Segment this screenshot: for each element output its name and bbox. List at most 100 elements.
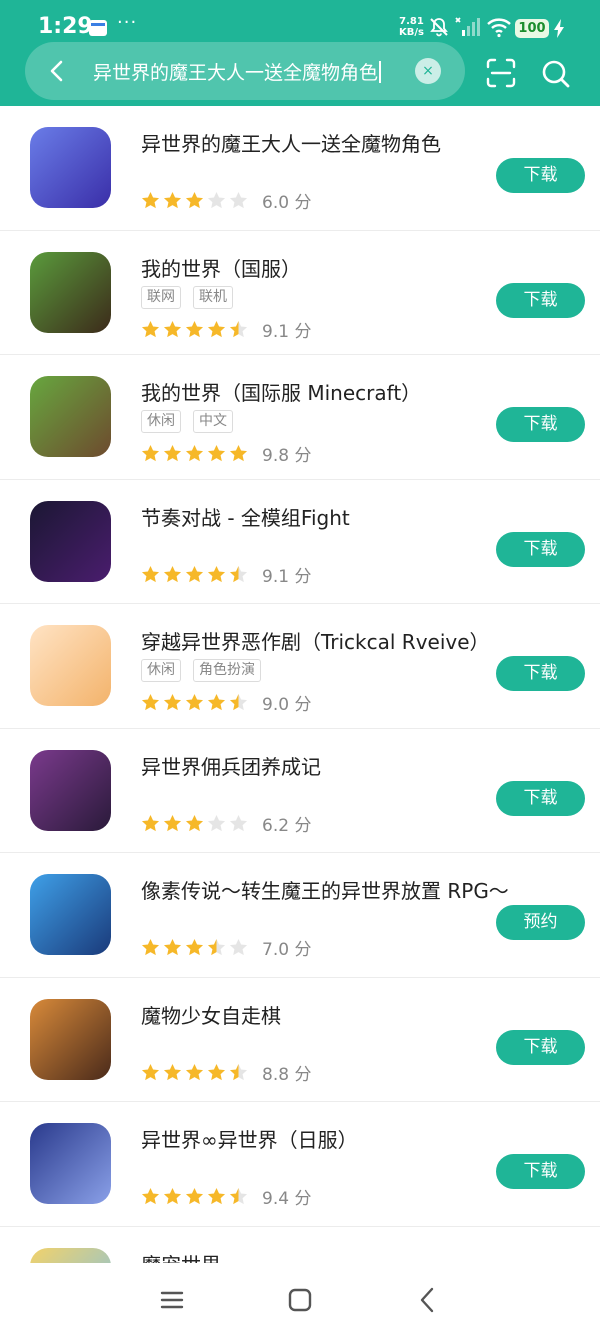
app-score: 8.8 分 [262, 1064, 312, 1085]
app-score: 9.0 分 [262, 695, 312, 715]
app-name[interactable]: 异世界的魔王大人一送全魔物角色 [141, 128, 441, 157]
app-icon[interactable] [30, 749, 111, 831]
search-input[interactable]: 异世界的魔王大人一送全魔物角色 [93, 58, 382, 85]
back-icon[interactable] [413, 1285, 443, 1315]
clear-icon[interactable]: × [415, 58, 441, 84]
star-icon [207, 693, 226, 711]
reserve-button[interactable]: 预约 [496, 905, 585, 940]
star-icon [185, 1187, 204, 1205]
star-icon [141, 1063, 160, 1080]
star-icon [207, 565, 226, 582]
download-button[interactable]: 下载 [496, 407, 585, 442]
download-button[interactable]: 下载 [496, 656, 585, 691]
search-bar[interactable]: 异世界的魔王大人一送全魔物角色 × [25, 42, 465, 100]
app-score: 9.8 分 [262, 446, 312, 466]
search-icon[interactable] [541, 59, 571, 89]
download-button[interactable]: 下载 [496, 780, 585, 816]
result-row[interactable]: 我的世界（国服） 联网 联机 9.1 分 下载 [0, 231, 600, 355]
star-icon [207, 444, 226, 462]
app-icon[interactable] [30, 127, 111, 208]
star-icon [207, 1187, 226, 1205]
app-name[interactable]: 魔宠世界 [141, 1249, 221, 1264]
network-speed: 7.81 KB/s [399, 16, 424, 38]
app-icon[interactable] [30, 500, 111, 582]
star-icon [141, 444, 160, 462]
network-speed-unit: KB/s [399, 27, 424, 38]
result-row[interactable]: 我的世界（国际服 Minecraft） 休闲 中文 9.8 分 下载 [0, 355, 600, 480]
result-row[interactable]: 魔物少女自走棋 8.8 分 下载 [0, 978, 600, 1102]
app-name[interactable]: 异世界∞异世界（日服） [141, 1124, 358, 1153]
star-icon [141, 693, 160, 711]
app-icon[interactable] [30, 1247, 111, 1263]
rating-stars [141, 191, 248, 210]
star-icon [207, 191, 226, 209]
app-rating: 6.0 分 [141, 188, 311, 213]
menu-icon[interactable] [157, 1285, 187, 1315]
star-icon [163, 320, 182, 337]
signal-icon [455, 17, 480, 36]
system-navigation-bar [0, 1263, 600, 1333]
app-score: 6.0 分 [262, 193, 312, 213]
app-icon[interactable] [30, 1123, 111, 1204]
star-icon [207, 814, 226, 831]
star-icon [229, 444, 248, 462]
app-name[interactable]: 魔物少女自走棋 [141, 1000, 281, 1029]
star-icon [141, 814, 160, 831]
download-button[interactable]: 下载 [496, 531, 585, 567]
home-icon[interactable] [285, 1285, 315, 1315]
star-icon [207, 938, 226, 956]
battery-level: 100 [515, 19, 549, 38]
app-name[interactable]: 我的世界（国际服 Minecraft） [141, 377, 421, 406]
rating-stars [141, 938, 248, 957]
mute-icon [430, 18, 448, 37]
app-icon[interactable] [30, 998, 111, 1080]
result-row[interactable]: 魔宠世界 [0, 1227, 600, 1264]
app-icon[interactable] [30, 625, 111, 706]
result-row[interactable]: 异世界∞异世界（日服） 9.4 分 下载 [0, 1102, 600, 1227]
star-icon [185, 320, 204, 337]
star-icon [185, 565, 204, 582]
result-row[interactable]: 异世界的魔王大人一送全魔物角色 6.0 分 下载 [0, 106, 600, 231]
star-icon [185, 693, 204, 711]
download-button[interactable]: 下载 [496, 282, 585, 318]
app-name[interactable]: 异世界佣兵团养成记 [141, 751, 321, 780]
search-results-list: 异世界的魔王大人一送全魔物角色 6.0 分下载 我的世界（国服） 联网 联机 9.1 分下… [0, 106, 600, 1263]
star-icon [229, 1063, 248, 1080]
status-time: 1:29 [38, 14, 93, 39]
app-tag: 联网 [141, 285, 181, 309]
app-score: 9.4 分 [262, 1189, 312, 1209]
app-name[interactable]: 我的世界（国服） [141, 253, 301, 282]
result-row[interactable]: 像素传说～转生魔王的异世界放置 RPG～ 7.0 分 预约 [0, 853, 600, 978]
app-name[interactable]: 穿越异世界恶作剧（Trickcal Rveive） [141, 626, 490, 655]
app-icon[interactable] [30, 376, 111, 457]
app-name[interactable]: 节奏对战 - 全模组Fight [141, 502, 350, 531]
download-button[interactable]: 下载 [496, 158, 585, 193]
app-rating: 9.1 分 [141, 317, 311, 342]
app-score: 6.2 分 [262, 815, 312, 836]
download-button[interactable]: 下载 [496, 1029, 585, 1065]
scan-icon[interactable] [486, 58, 516, 88]
star-icon [229, 565, 248, 582]
star-icon [163, 938, 182, 956]
result-row[interactable]: 异世界佣兵团养成记 6.2 分 下载 [0, 729, 600, 853]
result-row[interactable]: 穿越异世界恶作剧（Trickcal Rveive） 休闲 角色扮演 9.0 分 下载 [0, 604, 600, 729]
star-icon [207, 320, 226, 337]
app-score: 7.0 分 [262, 940, 312, 960]
star-icon [163, 444, 182, 462]
star-icon [141, 320, 160, 337]
app-rating: 6.2 分 [141, 811, 311, 836]
app-tags: 联网 联机 [141, 285, 233, 309]
star-icon [141, 1187, 160, 1205]
download-button[interactable]: 下载 [496, 1154, 585, 1189]
star-icon [229, 191, 248, 209]
star-icon [185, 938, 204, 956]
app-name[interactable]: 像素传说～转生魔王的异世界放置 RPG～ [141, 875, 509, 904]
app-icon[interactable] [30, 251, 111, 333]
star-icon [163, 191, 182, 209]
app-icon[interactable] [30, 874, 111, 955]
charging-icon [554, 19, 564, 38]
back-arrow-icon[interactable] [45, 59, 69, 83]
star-icon [163, 565, 182, 582]
result-row[interactable]: 节奏对战 - 全模组Fight 9.1 分 下载 [0, 480, 600, 604]
rating-stars [141, 565, 248, 584]
